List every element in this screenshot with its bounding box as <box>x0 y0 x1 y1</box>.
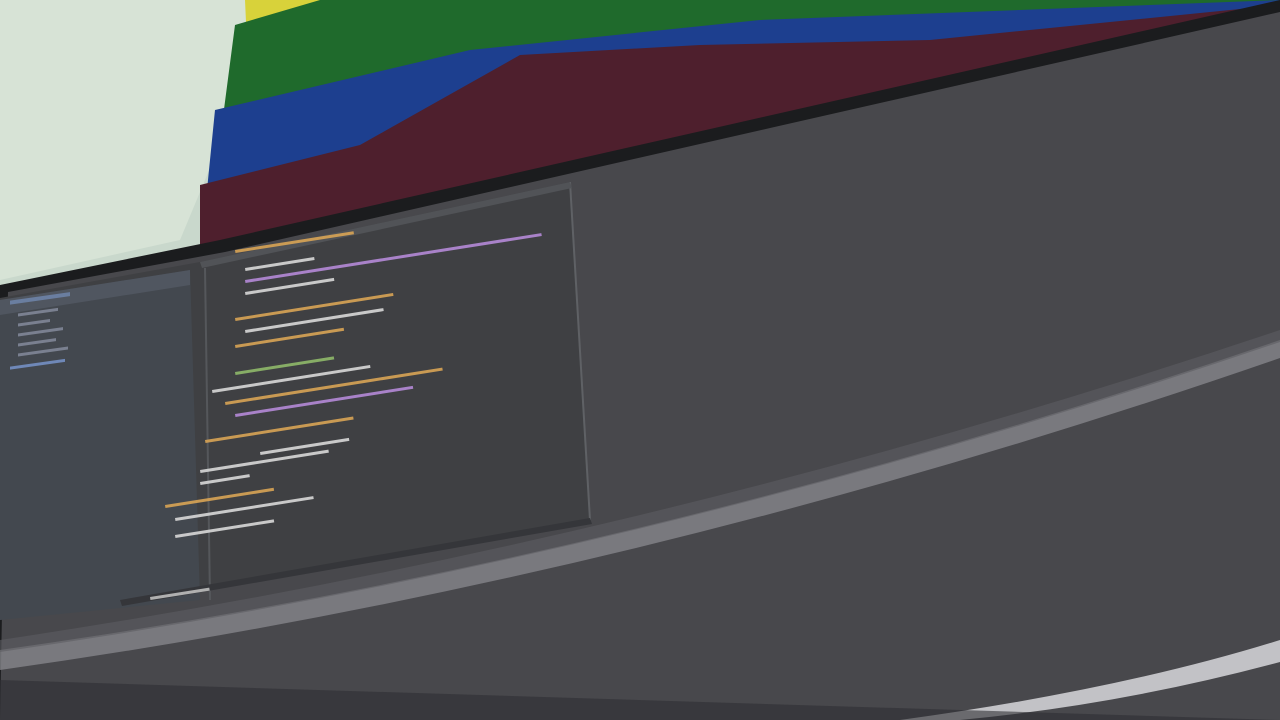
photo-svg <box>0 0 1280 720</box>
photo-scene <box>0 0 1280 720</box>
